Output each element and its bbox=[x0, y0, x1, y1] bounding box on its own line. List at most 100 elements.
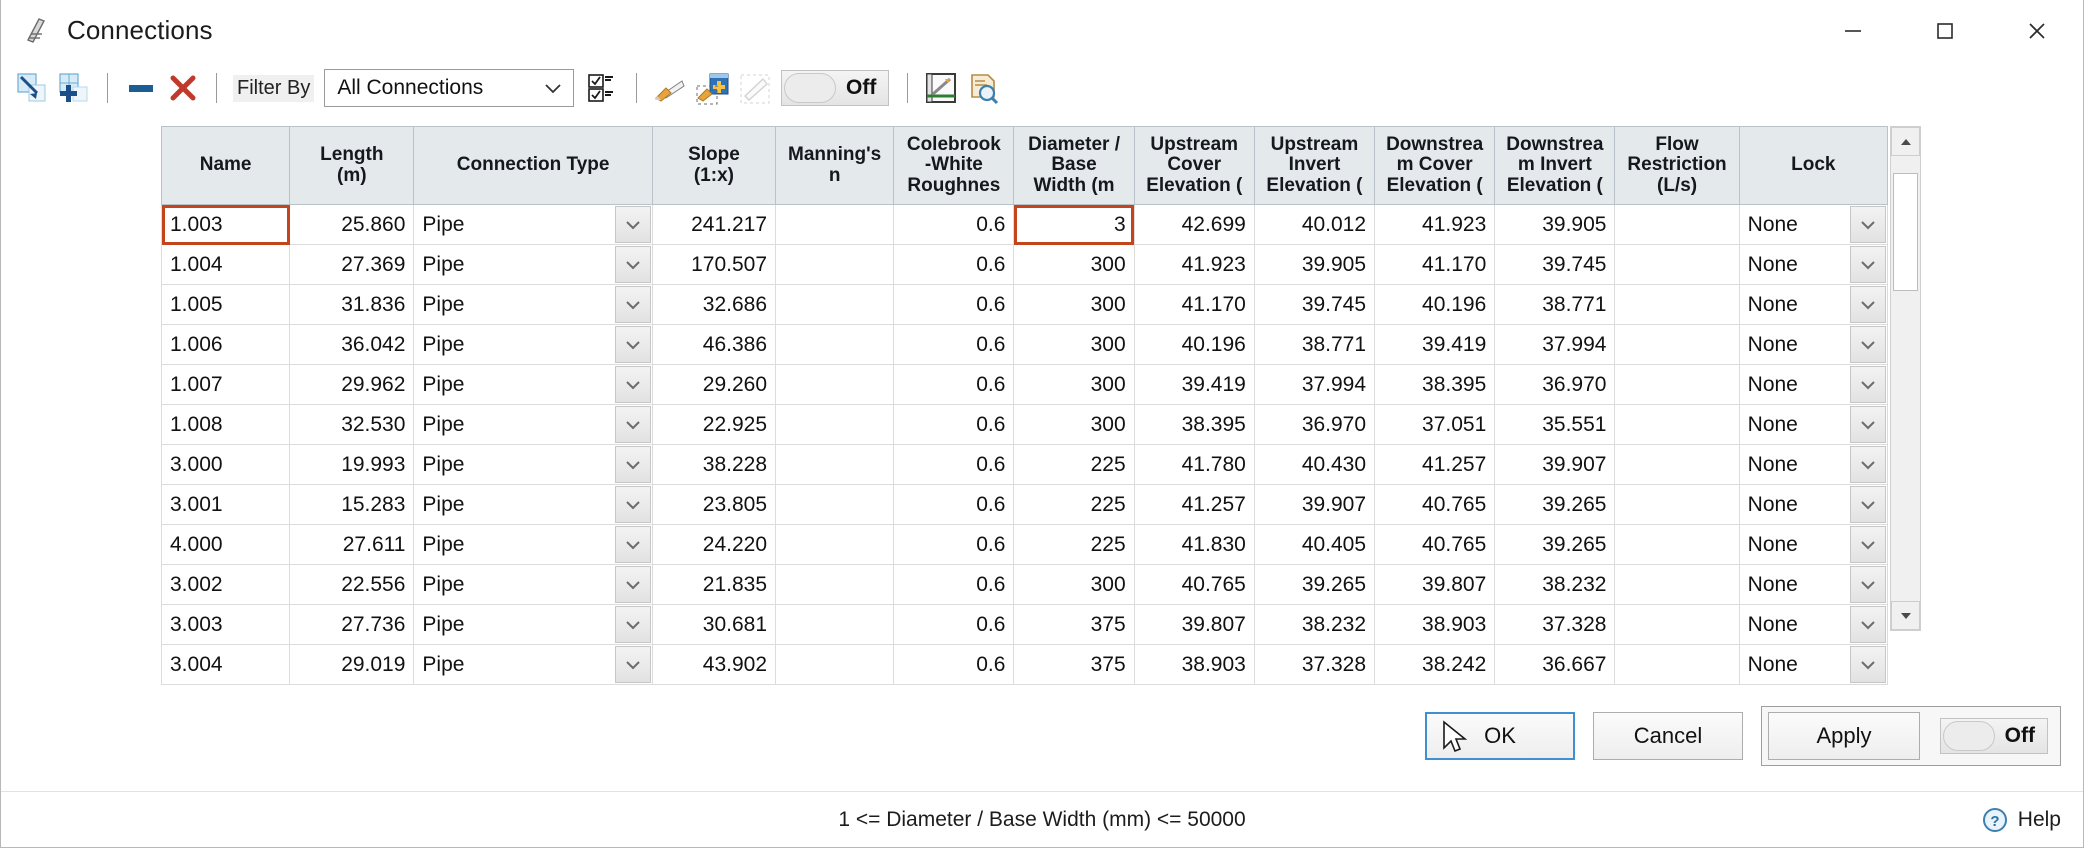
column-header-name[interactable]: Name bbox=[160, 126, 291, 205]
edit-properties-icon[interactable] bbox=[649, 67, 691, 109]
dropdown-button-lock[interactable] bbox=[1850, 646, 1886, 683]
cell-colebrook[interactable]: 0.6 bbox=[893, 524, 1015, 565]
cell-lock[interactable]: None bbox=[1738, 524, 1889, 565]
cell-flow_restr[interactable] bbox=[1614, 244, 1740, 285]
cell-ds_invert[interactable]: 37.994 bbox=[1494, 324, 1616, 365]
cell-ds_invert[interactable]: 39.745 bbox=[1494, 244, 1616, 285]
dropdown-button-type[interactable] bbox=[614, 646, 651, 683]
cell-ds_cover[interactable]: 40.765 bbox=[1374, 484, 1496, 525]
cell-ds_invert[interactable]: 38.771 bbox=[1494, 284, 1616, 325]
dropdown-button-type[interactable] bbox=[614, 406, 651, 443]
dropdown-button-lock[interactable] bbox=[1850, 206, 1886, 243]
cell-mannings[interactable] bbox=[775, 244, 895, 285]
cell-colebrook[interactable]: 0.6 bbox=[893, 564, 1015, 605]
preview-icon[interactable] bbox=[962, 67, 1004, 109]
cell-mannings[interactable] bbox=[775, 404, 895, 445]
cell-ds_invert[interactable]: 36.970 bbox=[1494, 364, 1616, 405]
cell-name[interactable]: 3.001 bbox=[160, 484, 291, 525]
cell-flow_restr[interactable] bbox=[1614, 364, 1740, 405]
cell-diameter[interactable]: 300 bbox=[1013, 244, 1135, 285]
cell-lock[interactable]: None bbox=[1738, 244, 1889, 285]
cell-length[interactable]: 29.962 bbox=[289, 364, 415, 405]
cell-lock[interactable]: None bbox=[1738, 644, 1889, 685]
cell-slope[interactable]: 23.805 bbox=[651, 484, 777, 525]
delete-icon[interactable] bbox=[162, 67, 204, 109]
cell-us_invert[interactable]: 39.907 bbox=[1253, 484, 1376, 525]
cell-ds_cover[interactable]: 38.903 bbox=[1374, 604, 1496, 645]
cell-ds_invert[interactable]: 39.265 bbox=[1494, 524, 1616, 565]
cell-type[interactable]: Pipe bbox=[413, 364, 653, 405]
table-row[interactable]: 3.003 27.736 Pipe 30.681 0.6 375 39.807 38.232 3… bbox=[160, 604, 1889, 645]
cell-flow_restr[interactable] bbox=[1614, 204, 1740, 245]
long-section-icon[interactable] bbox=[920, 67, 962, 109]
cell-ds_cover[interactable]: 41.170 bbox=[1374, 244, 1496, 285]
cell-mannings[interactable] bbox=[775, 644, 895, 685]
cell-lock[interactable]: None bbox=[1738, 284, 1889, 325]
minimize-button[interactable] bbox=[1807, 0, 1899, 62]
cell-flow_restr[interactable] bbox=[1614, 524, 1740, 565]
cell-flow_restr[interactable] bbox=[1614, 564, 1740, 605]
cell-ds_invert[interactable]: 36.667 bbox=[1494, 644, 1616, 685]
cell-diameter[interactable]: 225 bbox=[1013, 444, 1135, 485]
column-header-us_invert[interactable]: Upstream Invert Elevation ( bbox=[1253, 126, 1376, 205]
table-row[interactable]: 1.008 32.530 Pipe 22.925 0.6 300 38.395 36.970 3… bbox=[160, 404, 1889, 445]
dropdown-button-lock[interactable] bbox=[1850, 526, 1886, 563]
column-header-length[interactable]: Length (m) bbox=[289, 126, 415, 205]
cell-flow_restr[interactable] bbox=[1614, 284, 1740, 325]
cell-us_cover[interactable]: 41.170 bbox=[1133, 284, 1255, 325]
cell-us_invert[interactable]: 38.232 bbox=[1253, 604, 1376, 645]
cell-colebrook[interactable]: 0.6 bbox=[893, 284, 1015, 325]
filter-by-select[interactable]: All Connections bbox=[324, 69, 575, 107]
cell-slope[interactable]: 21.835 bbox=[651, 564, 777, 605]
cell-colebrook[interactable]: 0.6 bbox=[893, 484, 1015, 525]
scroll-up-button[interactable] bbox=[1891, 127, 1920, 156]
cell-us_invert[interactable]: 37.328 bbox=[1253, 644, 1376, 685]
apply-toggle[interactable]: Off bbox=[1940, 718, 2048, 754]
dropdown-button-type[interactable] bbox=[614, 606, 651, 643]
dropdown-button-type[interactable] bbox=[614, 446, 651, 483]
cell-name[interactable]: 3.004 bbox=[160, 644, 291, 685]
cell-type[interactable]: Pipe bbox=[413, 444, 653, 485]
cancel-button[interactable]: Cancel bbox=[1593, 712, 1743, 760]
cell-us_cover[interactable]: 39.807 bbox=[1133, 604, 1255, 645]
cell-ds_cover[interactable]: 38.395 bbox=[1374, 364, 1496, 405]
dropdown-button-lock[interactable] bbox=[1850, 406, 1886, 443]
cell-us_invert[interactable]: 40.430 bbox=[1253, 444, 1376, 485]
cell-name[interactable]: 3.002 bbox=[160, 564, 291, 605]
cell-us_cover[interactable]: 39.419 bbox=[1133, 364, 1255, 405]
cell-us_cover[interactable]: 41.923 bbox=[1133, 244, 1255, 285]
remove-icon[interactable] bbox=[120, 67, 162, 109]
column-header-type[interactable]: Connection Type bbox=[413, 126, 653, 205]
table-row[interactable]: 1.005 31.836 Pipe 32.686 0.6 300 41.170 39.745 4… bbox=[160, 284, 1889, 325]
cell-diameter[interactable]: 300 bbox=[1013, 564, 1135, 605]
cell-mannings[interactable] bbox=[775, 604, 895, 645]
column-header-ds_cover[interactable]: Downstrea m Cover Elevation ( bbox=[1374, 126, 1496, 205]
cell-ds_cover[interactable]: 38.242 bbox=[1374, 644, 1496, 685]
scrollbar-thumb[interactable] bbox=[1893, 173, 1918, 291]
dropdown-button-lock[interactable] bbox=[1850, 606, 1886, 643]
cell-flow_restr[interactable] bbox=[1614, 404, 1740, 445]
cell-name[interactable]: 1.008 bbox=[160, 404, 291, 445]
cell-name[interactable]: 4.000 bbox=[160, 524, 291, 565]
maximize-button[interactable] bbox=[1899, 0, 1991, 62]
cell-lock[interactable]: None bbox=[1738, 364, 1889, 405]
cell-colebrook[interactable]: 0.6 bbox=[893, 244, 1015, 285]
dropdown-button-lock[interactable] bbox=[1850, 366, 1886, 403]
help-link[interactable]: ? Help bbox=[1982, 807, 2061, 833]
column-header-slope[interactable]: Slope (1:x) bbox=[651, 126, 777, 205]
cell-mannings[interactable] bbox=[775, 204, 895, 245]
cell-slope[interactable]: 38.228 bbox=[651, 444, 777, 485]
table-row[interactable]: 3.004 29.019 Pipe 43.902 0.6 375 38.903 37.328 3… bbox=[160, 644, 1889, 685]
table-row[interactable]: 3.002 22.556 Pipe 21.835 0.6 300 40.765 39.265 3… bbox=[160, 564, 1889, 605]
toolbar-toggle[interactable]: Off bbox=[781, 70, 890, 106]
column-header-diameter[interactable]: Diameter / Base Width (m bbox=[1013, 126, 1135, 205]
dropdown-button-lock[interactable] bbox=[1850, 286, 1886, 323]
cell-name[interactable]: 1.006 bbox=[160, 324, 291, 365]
cell-type[interactable]: Pipe bbox=[413, 524, 653, 565]
dropdown-button-lock[interactable] bbox=[1850, 326, 1886, 363]
column-header-mannings[interactable]: Manning's n bbox=[775, 126, 895, 205]
cell-us_invert[interactable]: 39.265 bbox=[1253, 564, 1376, 605]
cell-colebrook[interactable]: 0.6 bbox=[893, 644, 1015, 685]
cell-length[interactable]: 32.530 bbox=[289, 404, 415, 445]
dropdown-button-type[interactable] bbox=[614, 526, 651, 563]
